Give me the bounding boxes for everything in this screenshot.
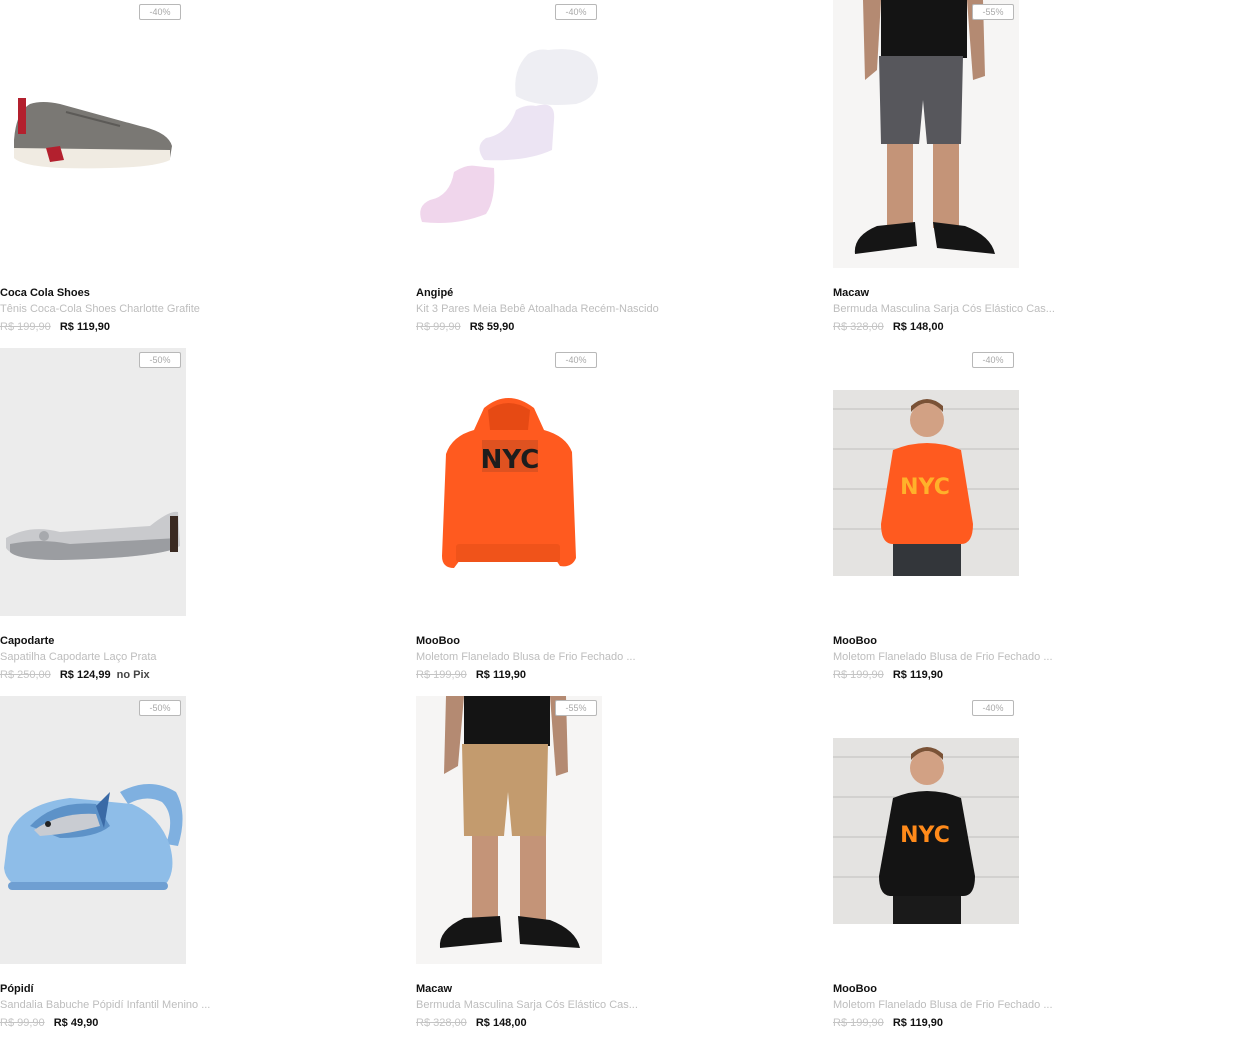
product-card[interactable]: -55% Macaw Bermuda Masculina Sarja Cós E… — [416, 696, 816, 1044]
product-image[interactable] — [0, 696, 186, 964]
product-card[interactable]: NYC -40% MooBoo Moletom Flanelado Blusa … — [833, 696, 1233, 1044]
hoodie-print: NYC — [900, 475, 950, 500]
product-card[interactable]: -40% Coca Cola Shoes Tênis Coca-Cola Sho… — [0, 0, 400, 348]
discount-badge: -40% — [555, 352, 597, 368]
price-row: R$ 99,90 R$ 49,90 — [0, 1017, 98, 1029]
product-brand[interactable]: Macaw — [416, 983, 452, 995]
discount-badge: -55% — [972, 4, 1014, 20]
product-title[interactable]: Moletom Flanelado Blusa de Frio Fechado … — [416, 651, 636, 663]
discount-badge: -40% — [972, 352, 1014, 368]
hoodie-print: NYC — [900, 823, 950, 848]
discount-badge: -55% — [555, 700, 597, 716]
price-row: R$ 328,00 R$ 148,00 — [416, 1017, 527, 1029]
product-title[interactable]: Bermuda Masculina Sarja Cós Elástico Cas… — [416, 999, 638, 1011]
product-title[interactable]: Kit 3 Pares Meia Bebê Atoalhada Recém-Na… — [416, 303, 659, 315]
pix-payment-label: no Pix — [116, 669, 150, 681]
sale-price: R$ 119,90 — [892, 669, 943, 681]
original-price: R$ 328,00 — [416, 1017, 467, 1029]
price-row: R$ 328,00 R$ 148,00 — [833, 321, 944, 333]
product-card[interactable]: NYC -40% MooBoo Moletom Flanelado Blusa … — [833, 348, 1233, 696]
product-card[interactable]: -50% Pópidí Sandalia Babuche Pópidí Infa… — [0, 696, 400, 1044]
price-row: R$ 199,90 R$ 119,90 — [833, 669, 943, 681]
product-brand[interactable]: MooBoo — [416, 635, 460, 647]
original-price: R$ 99,90 — [416, 321, 461, 333]
product-brand[interactable]: Pópidí — [0, 983, 34, 995]
product-image[interactable] — [0, 0, 186, 268]
discount-badge: -40% — [972, 700, 1014, 716]
product-brand[interactable]: MooBoo — [833, 983, 877, 995]
product-image[interactable] — [416, 696, 602, 964]
discount-badge: -50% — [139, 700, 181, 716]
product-image[interactable] — [416, 0, 602, 268]
product-title[interactable]: Sapatilha Capodarte Laço Prata — [0, 651, 157, 663]
product-card[interactable]: -40% Angipé Kit 3 Pares Meia Bebê Atoalh… — [416, 0, 816, 348]
product-title[interactable]: Bermuda Masculina Sarja Cós Elástico Cas… — [833, 303, 1055, 315]
sale-price: R$ 148,00 — [892, 321, 944, 333]
product-image[interactable] — [0, 348, 186, 616]
original-price: R$ 99,90 — [0, 1017, 45, 1029]
discount-badge: -50% — [139, 352, 181, 368]
product-card[interactable]: -55% Macaw Bermuda Masculina Sarja Cós E… — [833, 0, 1233, 348]
product-brand[interactable]: MooBoo — [833, 635, 877, 647]
sale-price: R$ 148,00 — [475, 1017, 527, 1029]
product-image[interactable]: NYC — [833, 696, 1019, 964]
product-image[interactable]: NYC — [833, 348, 1019, 616]
product-image[interactable] — [833, 0, 1019, 268]
product-grid: -40% Coca Cola Shoes Tênis Coca-Cola Sho… — [0, 0, 1250, 1043]
discount-badge: -40% — [555, 4, 597, 20]
product-title[interactable]: Moletom Flanelado Blusa de Frio Fechado … — [833, 999, 1053, 1011]
original-price: R$ 199,90 — [0, 321, 51, 333]
sale-price: R$ 119,90 — [59, 321, 110, 333]
product-brand[interactable]: Macaw — [833, 287, 869, 299]
product-brand[interactable]: Angipé — [416, 287, 453, 299]
original-price: R$ 328,00 — [833, 321, 884, 333]
price-row: R$ 99,90 R$ 59,90 — [416, 321, 514, 333]
original-price: R$ 199,90 — [416, 669, 467, 681]
discount-badge: -40% — [139, 4, 181, 20]
sale-price: R$ 49,90 — [53, 1017, 99, 1029]
price-row: R$ 199,90 R$ 119,90 — [416, 669, 526, 681]
product-card[interactable]: NYC -40% MooBoo Moletom Flanelado Blusa … — [416, 348, 816, 696]
product-title[interactable]: Sandalia Babuche Pópidí Infantil Menino … — [0, 999, 210, 1011]
price-row: R$ 199,90 R$ 119,90 — [0, 321, 110, 333]
product-image[interactable]: NYC — [416, 348, 602, 616]
sale-price: R$ 119,90 — [892, 1017, 943, 1029]
sale-price: R$ 124,99 — [59, 669, 111, 681]
sale-price: R$ 119,90 — [475, 669, 526, 681]
product-title[interactable]: Tênis Coca-Cola Shoes Charlotte Grafite — [0, 303, 200, 315]
hoodie-print: NYC — [481, 445, 540, 475]
original-price: R$ 199,90 — [833, 1017, 884, 1029]
price-row: R$ 199,90 R$ 119,90 — [833, 1017, 943, 1029]
sale-price: R$ 59,90 — [469, 321, 515, 333]
price-row: R$ 250,00 R$ 124,99 no Pix — [0, 669, 150, 681]
original-price: R$ 250,00 — [0, 669, 51, 681]
product-title[interactable]: Moletom Flanelado Blusa de Frio Fechado … — [833, 651, 1053, 663]
product-brand[interactable]: Capodarte — [0, 635, 54, 647]
original-price: R$ 199,90 — [833, 669, 884, 681]
product-card[interactable]: -50% Capodarte Sapatilha Capodarte Laço … — [0, 348, 400, 696]
product-brand[interactable]: Coca Cola Shoes — [0, 287, 90, 299]
